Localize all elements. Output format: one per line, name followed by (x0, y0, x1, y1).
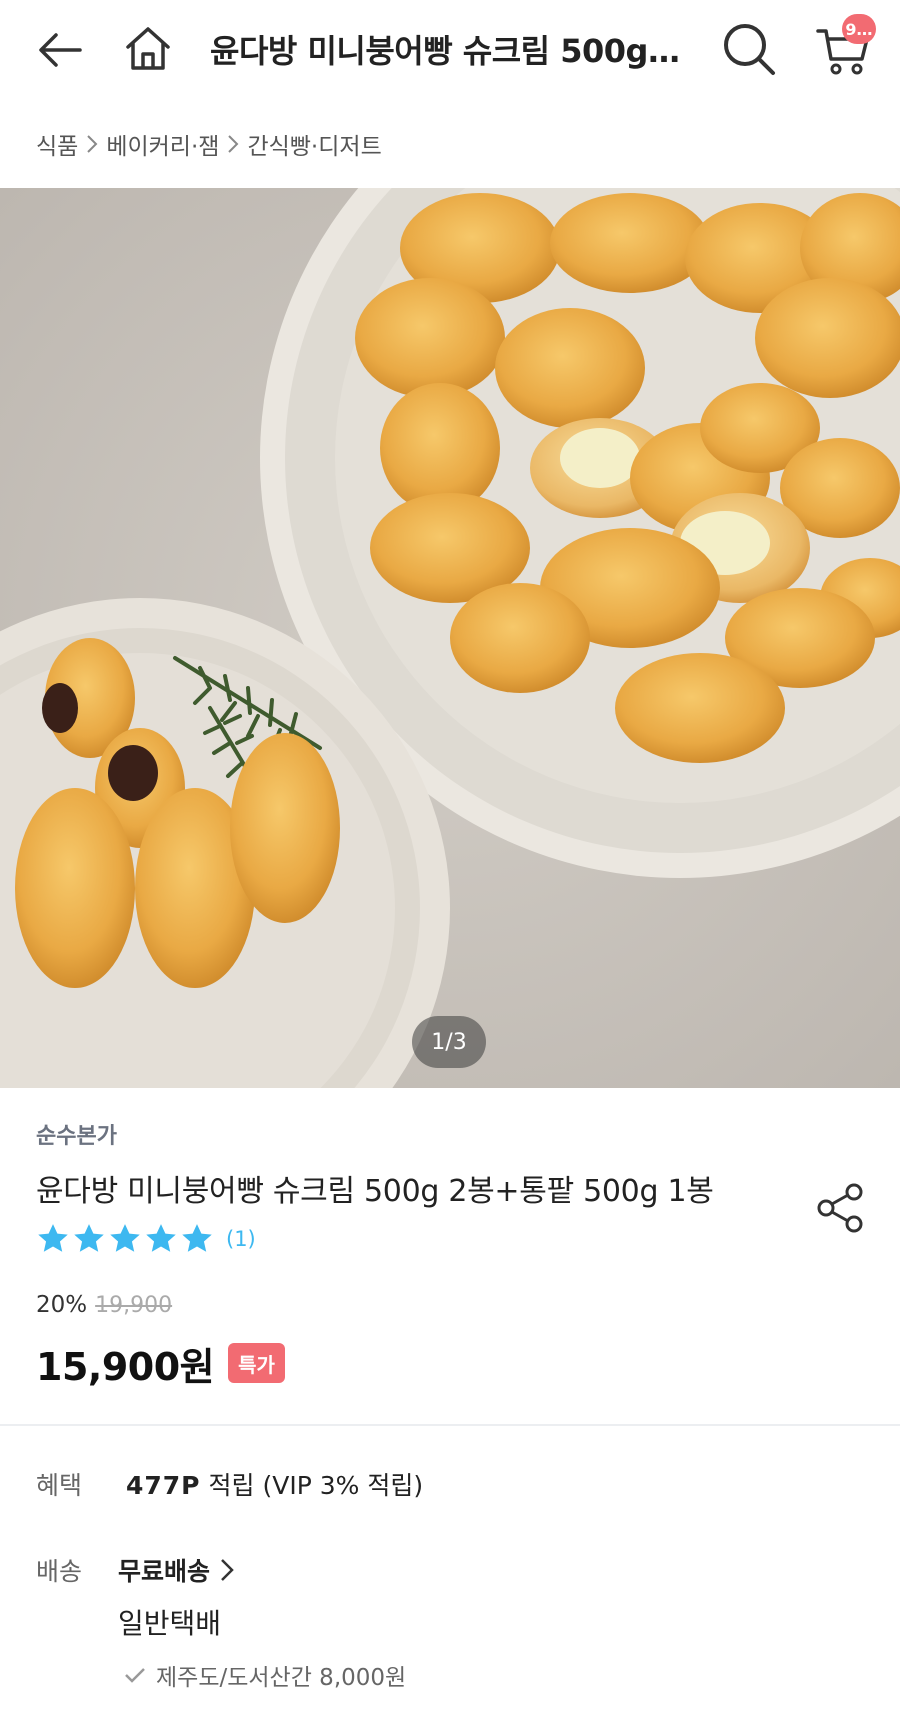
cart-count-badge: 9… (842, 14, 876, 44)
home-icon (126, 27, 170, 70)
rating-summary[interactable]: (1) (36, 1222, 256, 1256)
shipping-surcharge-note: 제주도/도서산간 8,000원 (124, 1658, 406, 1692)
price-row: 15,900원 특가 (36, 1338, 285, 1389)
share-icon (817, 1183, 863, 1233)
breadcrumb-item-food[interactable]: 식품 (36, 127, 78, 161)
star-icon (38, 1224, 68, 1252)
benefit-label: 혜택 (36, 1471, 83, 1500)
page-title: 윤다방 미니붕어빵 슈크림 500g 2봉+통팥 500g 1봉 (210, 32, 685, 70)
breadcrumb-item-bakery[interactable]: 베이커리·잼 (106, 127, 219, 161)
free-shipping-text: 무료배송 (118, 1557, 211, 1586)
check-icon (124, 1666, 146, 1684)
search-button[interactable] (714, 14, 784, 84)
product-photo (0, 188, 900, 1088)
shipping-label: 배송 (36, 1557, 83, 1586)
benefit-value: 477P 적립 (VIP 3% 적립) (126, 1466, 423, 1502)
image-page-indicator: 1/3 (412, 1016, 486, 1068)
back-button[interactable] (28, 18, 92, 82)
star-icon (110, 1224, 140, 1252)
product-name: 윤다방 미니붕어빵 슈크림 500g 2봉+통팥 500g 1봉 (36, 1174, 714, 1209)
breadcrumb: 식품 베이커리·잼 간식빵·디저트 (36, 126, 382, 162)
original-price: 19,900 (95, 1293, 173, 1318)
reward-points: 477P (126, 1471, 201, 1500)
back-arrow-icon (39, 33, 82, 67)
shipping-method: 일반택배 (118, 1607, 222, 1640)
review-count: (1) (226, 1227, 256, 1251)
breadcrumb-item-snack-bread[interactable]: 간식빵·디저트 (247, 127, 381, 161)
section-divider (0, 1424, 900, 1426)
free-shipping-link[interactable]: 무료배송 (118, 1552, 238, 1588)
star-icon (74, 1224, 104, 1252)
star-icon (182, 1224, 212, 1252)
product-image-carousel[interactable] (0, 188, 900, 1088)
share-button[interactable] (810, 1178, 870, 1238)
discount-info: 20% 19,900 (36, 1292, 172, 1318)
star-icon (146, 1224, 176, 1252)
chevron-right-icon (86, 134, 98, 154)
chevron-right-icon (221, 1559, 234, 1581)
top-app-bar: 윤다방 미니붕어빵 슈크림 500g 2봉+통팥 500g 1봉 9… (0, 0, 900, 100)
chevron-right-icon (227, 134, 239, 154)
discount-rate: 20% (36, 1292, 88, 1318)
special-price-badge: 특가 (228, 1343, 285, 1383)
reward-description: 적립 (VIP 3% 적립) (208, 1471, 424, 1500)
brand-name-link[interactable]: 순수본가 (36, 1118, 117, 1150)
home-button[interactable] (116, 16, 180, 80)
shipping-note-text: 제주도/도서산간 8,000원 (156, 1665, 407, 1691)
search-icon (724, 24, 775, 75)
sale-price: 15,900원 (36, 1344, 215, 1389)
